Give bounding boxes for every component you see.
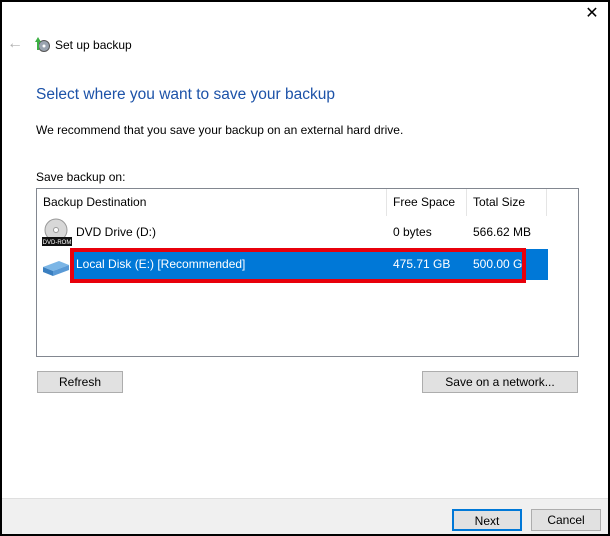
column-header-total-size[interactable]: Total Size <box>467 189 547 216</box>
cancel-button[interactable]: Cancel <box>531 509 601 531</box>
backup-destination-list[interactable]: Backup Destination Free Space Total Size… <box>36 188 579 357</box>
dvd-drive-icon: DVD-ROM <box>42 218 72 246</box>
highlight-annotation-box <box>70 248 526 283</box>
total-size: 566.62 MB <box>473 225 532 239</box>
column-header-destination[interactable]: Backup Destination <box>37 189 387 216</box>
refresh-button[interactable]: Refresh <box>37 371 123 393</box>
next-button[interactable]: Next <box>452 509 522 531</box>
window-title: Set up backup <box>55 38 132 52</box>
local-disk-icon <box>43 261 69 276</box>
destination-name: DVD Drive (D:) <box>76 225 156 239</box>
setup-backup-window: ✕ ← Set up backup Select where you want … <box>2 2 608 534</box>
close-button[interactable]: ✕ <box>580 4 604 24</box>
table-row-dvd-drive[interactable]: DVD-ROM DVD Drive (D:) 0 bytes 566.62 MB <box>37 217 548 248</box>
svg-text:DVD-ROM: DVD-ROM <box>43 240 72 246</box>
column-header-free-space[interactable]: Free Space <box>387 189 467 216</box>
save-backup-on-label: Save backup on: <box>36 170 126 184</box>
save-on-network-button[interactable]: Save on a network... <box>422 371 578 393</box>
backup-icon <box>35 37 50 52</box>
back-arrow-icon[interactable]: ← <box>7 35 23 53</box>
page-title: Select where you want to save your backu… <box>36 86 335 103</box>
free-space: 0 bytes <box>393 225 432 239</box>
description-text: We recommend that you save your backup o… <box>36 123 404 137</box>
footer-bar: Next Cancel <box>2 498 608 534</box>
